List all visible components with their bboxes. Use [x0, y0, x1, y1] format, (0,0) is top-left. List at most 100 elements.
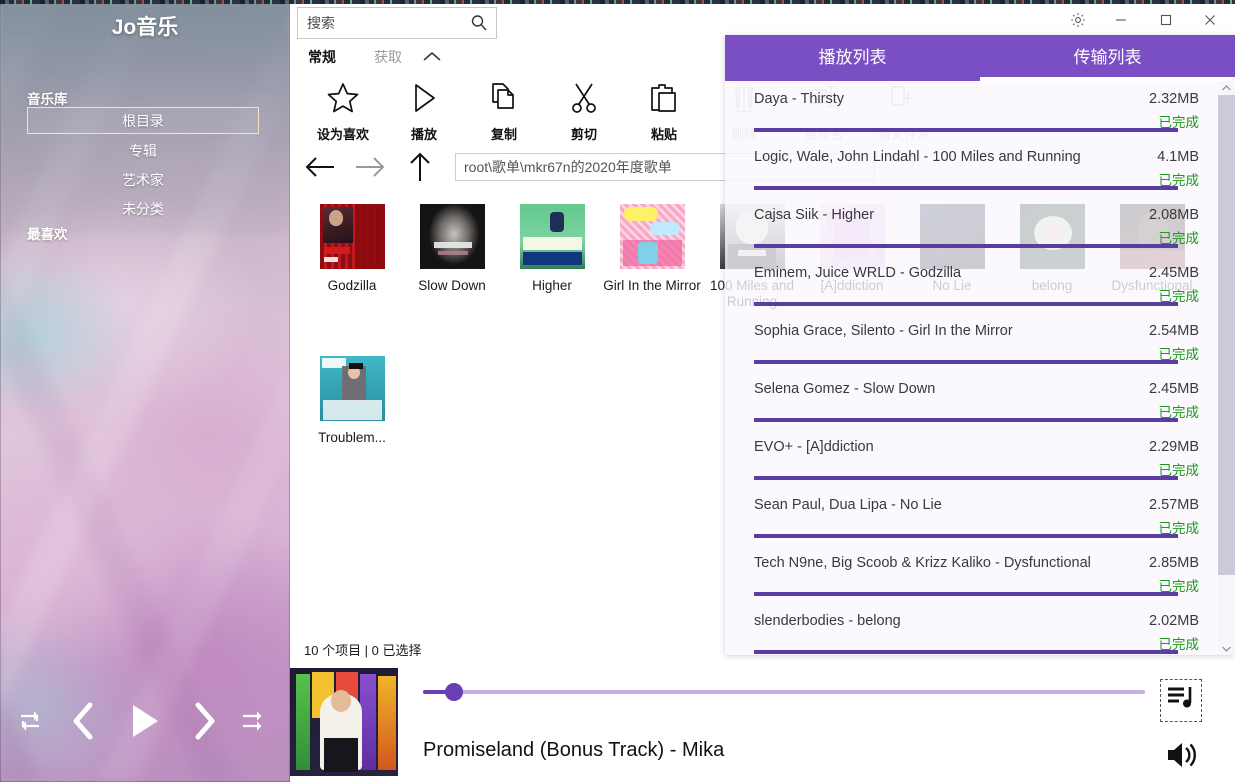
ribbon-button-cut[interactable]: 剪切: [545, 78, 623, 143]
settings-button[interactable]: [1055, 4, 1101, 36]
status-bar: 10 个项目 | 0 已选择: [304, 643, 422, 658]
file-tile[interactable]: Godzilla: [302, 204, 402, 294]
tab-transfer-list[interactable]: 传输列表: [980, 35, 1235, 81]
transfer-row[interactable]: Tech N9ne, Big Scoob & Krizz Kaliko - Dy…: [725, 545, 1218, 603]
app-window: Jo音乐 音乐库 根目录 专辑 艺术家 未分类 最喜欢 搜索 常规 获取 设为喜…: [0, 0, 1235, 782]
transfer-name: Eminem, Juice WRLD - Godzilla: [754, 265, 962, 281]
transfer-name: Daya - Thirsty: [754, 91, 844, 107]
ribbon-button-play[interactable]: 播放: [385, 78, 463, 143]
search-box[interactable]: [297, 7, 497, 39]
back-button[interactable]: [300, 148, 340, 186]
transfer-progress: [754, 186, 1178, 190]
transfer-size: 2.57MB: [1149, 497, 1199, 513]
transfer-name: Sean Paul, Dua Lipa - No Lie: [754, 497, 942, 513]
repeat-icon[interactable]: [15, 708, 45, 734]
scroll-down-icon[interactable]: [1218, 641, 1235, 655]
copy-icon: [465, 78, 543, 118]
ribbon-label-favorite: 设为喜欢: [316, 127, 369, 142]
file-tile[interactable]: Girl In the Mirror: [602, 204, 702, 294]
file-name: Godzilla: [327, 278, 377, 293]
up-button[interactable]: [400, 148, 440, 186]
transfer-progress: [754, 418, 1178, 422]
scrollbar-thumb[interactable]: [1218, 95, 1235, 575]
transfer-progress: [754, 650, 1178, 654]
transfer-row[interactable]: EVO+ - [A]ddiction 2.29MB 已完成: [725, 429, 1218, 487]
transfer-name: Cajsa Siik - Higher: [754, 207, 875, 223]
ribbon-label-paste: 粘贴: [650, 127, 677, 142]
transfer-row[interactable]: Eminem, Juice WRLD - Godzilla 2.45MB 已完成: [725, 255, 1218, 313]
ribbon-button-copy[interactable]: 复制: [465, 78, 543, 143]
scissors-icon: [545, 78, 623, 118]
transfer-progress: [754, 128, 1178, 132]
seek-slider[interactable]: [423, 683, 1145, 701]
tab-general[interactable]: 常规: [300, 46, 344, 68]
album-art: [519, 204, 585, 269]
transfer-progress: [754, 360, 1178, 364]
ribbon-label-copy: 复制: [490, 127, 517, 142]
previous-icon[interactable]: [70, 702, 96, 740]
file-tile[interactable]: Slow Down: [402, 204, 502, 294]
panel-tab-bar: 播放列表 传输列表: [725, 35, 1235, 81]
transfer-row[interactable]: Selena Gomez - Slow Down 2.45MB 已完成: [725, 371, 1218, 429]
ribbon-label-cut: 剪切: [570, 127, 597, 142]
minimize-button[interactable]: [1098, 4, 1144, 36]
file-name: Girl In the Mirror: [603, 278, 701, 293]
tab-playlist[interactable]: 播放列表: [725, 35, 980, 81]
sidebar-section-heading-favorites: 最喜欢: [27, 227, 68, 242]
next-icon[interactable]: [192, 702, 218, 740]
sidebar-item-artist[interactable]: 艺术家: [27, 167, 259, 194]
transfer-panel: 播放列表 传输列表 Daya - Thirsty 2.32MB 已完成 Logi…: [725, 35, 1235, 655]
transfer-progress: [754, 476, 1178, 480]
playlist-music-icon[interactable]: [1160, 679, 1202, 722]
music-sidebar: Jo音乐 音乐库 根目录 专辑 艺术家 未分类 最喜欢: [0, 4, 290, 782]
transfer-row[interactable]: Sean Paul, Dua Lipa - No Lie 2.57MB 已完成: [725, 487, 1218, 545]
chevron-up-icon[interactable]: [420, 48, 444, 71]
seek-knob[interactable]: [444, 683, 463, 701]
sidebar-item-root[interactable]: 根目录: [27, 107, 259, 134]
app-title: Jo音乐: [111, 16, 179, 39]
transfer-row[interactable]: Cajsa Siik - Higher 2.08MB 已完成: [725, 197, 1218, 255]
transfer-size: 2.08MB: [1149, 207, 1199, 223]
sidebar-item-album[interactable]: 专辑: [27, 138, 259, 165]
ribbon-tabs: 常规 获取: [300, 46, 410, 70]
transfer-progress: [754, 534, 1178, 538]
close-button[interactable]: [1187, 4, 1233, 36]
sidebar-item-uncategorized[interactable]: 未分类: [27, 196, 259, 223]
file-tile[interactable]: Higher: [502, 204, 602, 294]
transfer-name: Sophia Grace, Silento - Girl In the Mirr…: [754, 323, 1013, 339]
transfer-size: 2.02MB: [1149, 613, 1199, 629]
transfer-name: slenderbodies - belong: [754, 613, 901, 629]
transfer-progress: [754, 592, 1178, 596]
clipboard-icon: [625, 78, 703, 118]
transfer-row[interactable]: Logic, Wale, John Lindahl - 100 Miles an…: [725, 139, 1218, 197]
search-input[interactable]: [307, 8, 462, 38]
now-playing-album-art: [290, 668, 398, 776]
play-icon[interactable]: [128, 702, 162, 740]
transfer-size: 2.54MB: [1149, 323, 1199, 339]
ribbon-button-paste[interactable]: 粘贴: [625, 78, 703, 143]
transfer-name: EVO+ - [A]ddiction: [754, 439, 874, 455]
transfer-row[interactable]: slenderbodies - belong 2.02MB 已完成: [725, 603, 1218, 655]
album-art: [419, 204, 485, 269]
forward-button[interactable]: [350, 148, 390, 186]
search-icon[interactable]: [470, 14, 488, 37]
transfer-row[interactable]: Daya - Thirsty 2.32MB 已完成: [725, 81, 1218, 139]
sidebar-section-heading-library: 音乐库: [27, 92, 68, 107]
file-tile[interactable]: Troublem...: [302, 356, 402, 446]
volume-icon[interactable]: [1165, 740, 1201, 775]
transfer-size: 2.32MB: [1149, 91, 1199, 107]
maximize-button[interactable]: [1143, 4, 1189, 36]
transfer-name: Selena Gomez - Slow Down: [754, 381, 936, 397]
transfer-size: 2.45MB: [1149, 265, 1199, 281]
ribbon-label-play: 播放: [410, 127, 437, 142]
file-name: Troublem...: [318, 430, 386, 445]
tab-fetch[interactable]: 获取: [366, 46, 410, 68]
file-name: Slow Down: [418, 278, 486, 293]
shuffle-icon[interactable]: [238, 708, 268, 734]
transfer-progress: [754, 302, 1178, 306]
ribbon-button-favorite[interactable]: 设为喜欢: [304, 78, 382, 143]
transfer-name: Tech N9ne, Big Scoob & Krizz Kaliko - Dy…: [754, 555, 1091, 571]
transfer-list-scrollbar[interactable]: [1218, 81, 1235, 655]
scroll-up-icon[interactable]: [1218, 81, 1235, 95]
transfer-row[interactable]: Sophia Grace, Silento - Girl In the Mirr…: [725, 313, 1218, 371]
